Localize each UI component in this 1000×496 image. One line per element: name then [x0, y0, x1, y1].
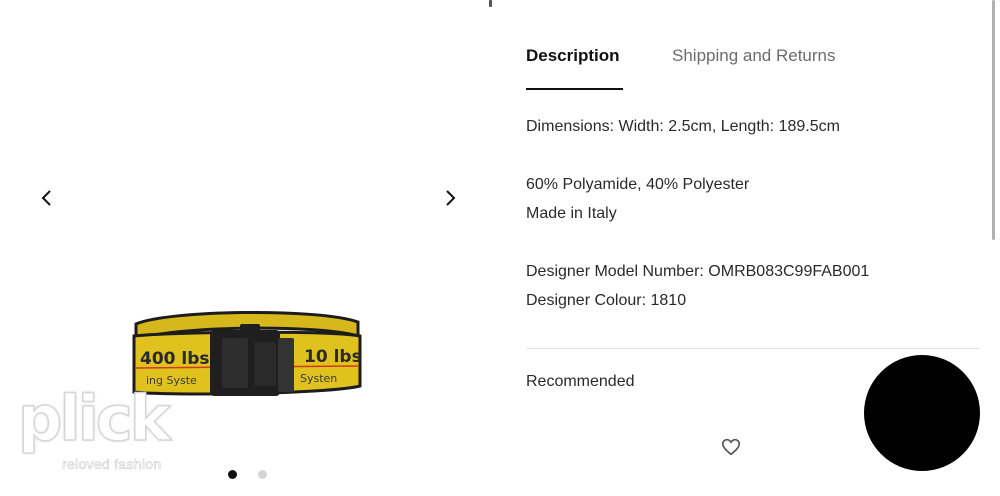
origin-text: Made in Italy	[526, 205, 617, 222]
watermark-tagline: reloved fashion	[62, 456, 162, 473]
plick-watermark: plick reloved fashion	[17, 382, 198, 480]
wishlist-button[interactable]	[720, 436, 742, 458]
pagination-dot-2[interactable]	[258, 470, 267, 479]
product-gallery: 400 lbs 10 lbs ing Syste Systen plick re…	[0, 0, 492, 496]
next-image-button[interactable]	[436, 184, 464, 212]
dimensions-text: Dimensions: Width: 2.5cm, Length: 189.5c…	[526, 118, 840, 135]
active-tab-indicator	[526, 88, 623, 90]
chat-bubble-button[interactable]	[864, 355, 980, 471]
watermark-logo: plick	[17, 382, 171, 455]
section-divider	[526, 348, 979, 349]
scrollbar[interactable]	[992, 0, 995, 240]
svg-text:Systen: Systen	[300, 372, 337, 385]
gallery-pagination	[228, 470, 267, 479]
composition-text: 60% Polyamide, 40% Polyester	[526, 176, 750, 193]
svg-text:400 lbs: 400 lbs	[140, 349, 210, 369]
previous-image-button[interactable]	[33, 184, 61, 212]
tab-shipping-returns[interactable]: Shipping and Returns	[672, 46, 836, 66]
pagination-dot-1[interactable]	[228, 470, 237, 479]
designer-colour-text: Designer Colour: 1810	[526, 292, 687, 309]
model-number-text: Designer Model Number: OMRB083C99FAB001	[526, 263, 870, 280]
chevron-right-icon	[446, 190, 456, 206]
svg-text:10 lbs: 10 lbs	[304, 347, 362, 367]
recommended-title: Recommended	[526, 373, 635, 390]
details-tabs: Description Shipping and Returns	[526, 46, 836, 66]
heart-outline-icon	[721, 438, 741, 456]
tab-description[interactable]: Description	[526, 46, 672, 66]
chevron-left-icon	[41, 190, 51, 206]
